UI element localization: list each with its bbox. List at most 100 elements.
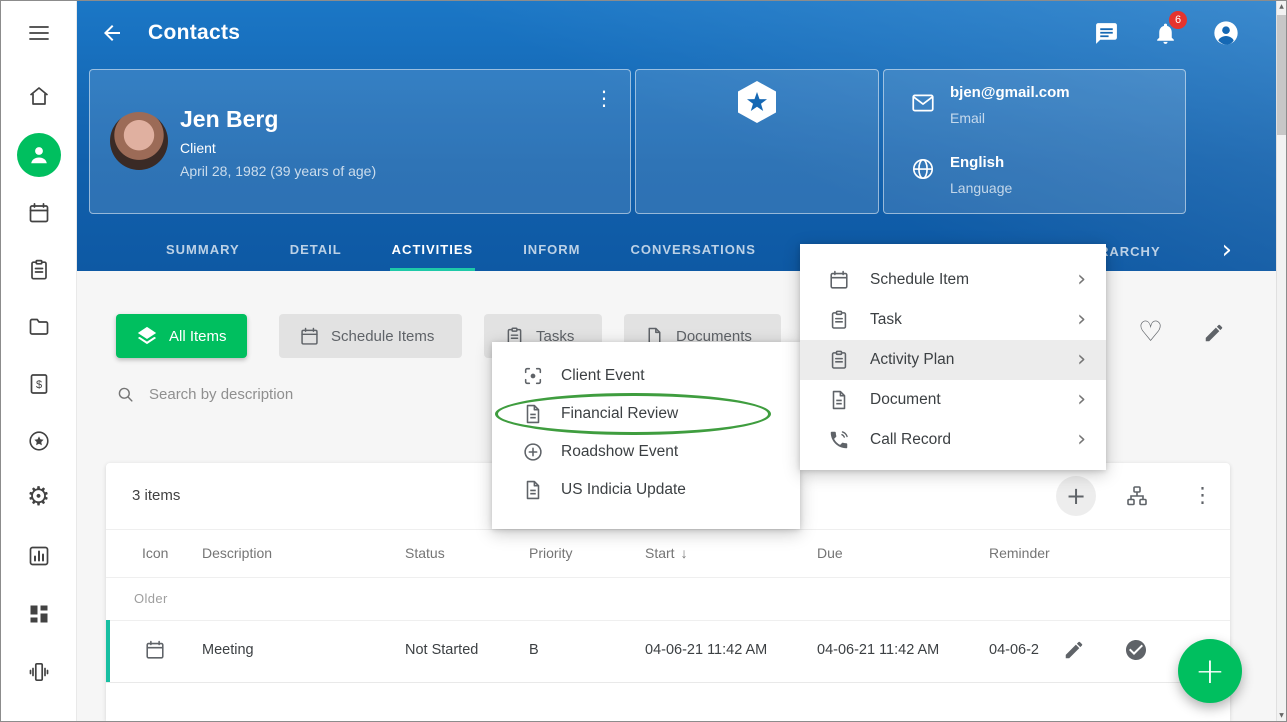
document-icon — [522, 479, 544, 501]
row-start: 04-06-21 11:42 AM — [645, 642, 767, 658]
email-value: bjen@gmail.com — [950, 84, 1070, 101]
chevron-right-icon: › — [1077, 429, 1086, 451]
column-priority[interactable]: Priority — [529, 545, 573, 561]
client-event-icon — [522, 365, 544, 387]
hierarchy-view-icon[interactable] — [1125, 484, 1149, 508]
list-more-icon[interactable]: ⋮ — [1192, 483, 1213, 507]
tab-inform[interactable]: INFORM — [521, 231, 582, 271]
rating-badge-card — [635, 69, 879, 214]
folder-nav-icon[interactable] — [27, 315, 51, 339]
column-reminder[interactable]: Reminder — [989, 545, 1050, 561]
notifications-bell-icon[interactable]: 6 — [1153, 21, 1178, 46]
scrollbar-down-arrow[interactable]: ▼ — [1277, 712, 1286, 719]
left-nav-sidebar: $ ⚙ — [1, 1, 77, 721]
tab-activities[interactable]: ACTIVITIES — [390, 231, 476, 271]
tab-detail[interactable]: DETAIL — [288, 231, 344, 271]
column-start[interactable]: Start↓ — [645, 545, 688, 561]
profile-birthdate: April 28, 1982 (39 years of age) — [180, 163, 376, 179]
menu-item-document[interactable]: Document › — [800, 380, 1106, 420]
menu-item-activity-plan[interactable]: Activity Plan › — [800, 340, 1106, 380]
contacts-active-icon[interactable] — [17, 133, 61, 177]
filter-schedule-items-button[interactable]: Schedule Items — [279, 314, 462, 358]
sort-descending-icon: ↓ — [681, 545, 688, 561]
scrollbar-up-arrow[interactable]: ▲ — [1277, 3, 1286, 10]
calendar-icon — [828, 269, 850, 291]
mobile-vibration-icon[interactable] — [27, 660, 51, 684]
notification-count-badge: 6 — [1169, 11, 1187, 29]
scrollbar-thumb[interactable] — [1277, 15, 1286, 135]
column-description[interactable]: Description — [202, 545, 272, 561]
top-app-bar: Contacts 6 — [76, 1, 1278, 65]
menu-item-task[interactable]: Task › — [800, 300, 1106, 340]
menu-item-financial-review[interactable]: Financial Review — [492, 395, 800, 433]
row-description: Meeting — [202, 642, 254, 658]
edit-pencil-icon[interactable] — [1203, 322, 1225, 344]
email-icon — [910, 90, 936, 116]
settings-gear-icon[interactable]: ⚙ — [25, 484, 53, 512]
activity-type-menu: Client Event Financial Review Roadshow E… — [492, 342, 800, 529]
analytics-nav-icon[interactable] — [27, 544, 51, 568]
menu-item-call-record[interactable]: Call Record › — [800, 420, 1106, 460]
column-header-row: Icon Description Status Priority Start↓ … — [106, 529, 1230, 578]
document-icon — [828, 389, 850, 411]
chevron-right-icon: › — [1077, 309, 1086, 331]
tabs-overflow-chevron-icon[interactable]: › — [1222, 231, 1232, 269]
row-complete-check-icon[interactable] — [1124, 638, 1148, 662]
page-title: Contacts — [148, 21, 240, 45]
contacts-app-window: $ ⚙ Contacts — [0, 0, 1287, 722]
menu-item-client-event[interactable]: Client Event — [492, 357, 800, 395]
row-reminder: 04-06-2 — [989, 642, 1061, 658]
column-due[interactable]: Due — [817, 545, 843, 561]
row-due: 04-06-21 11:42 AM — [817, 642, 939, 658]
home-icon[interactable] — [27, 84, 51, 108]
row-priority: B — [529, 642, 539, 658]
chat-icon[interactable] — [1094, 21, 1119, 46]
menu-item-us-indicia-update[interactable]: US Indicia Update — [492, 471, 800, 509]
clipboard-icon — [828, 349, 850, 371]
group-row-older: Older — [106, 577, 1230, 621]
back-arrow-icon[interactable] — [100, 21, 124, 45]
row-edit-pencil-icon[interactable] — [1063, 639, 1085, 661]
star-hexagon-badge-icon — [734, 79, 780, 125]
globe-icon — [910, 156, 936, 182]
filter-all-items-button[interactable]: All Items — [116, 314, 247, 358]
chevron-right-icon: › — [1077, 349, 1086, 371]
dashboard-nav-icon[interactable] — [27, 602, 51, 626]
row-calendar-icon — [144, 639, 166, 661]
profile-name: Jen Berg — [180, 106, 278, 133]
table-row[interactable]: Meeting Not Started B 04-06-21 11:42 AM … — [106, 620, 1230, 683]
language-value: English — [950, 154, 1004, 171]
create-item-menu: Schedule Item › Task › Activity Plan › D… — [800, 244, 1106, 470]
favorite-heart-icon[interactable]: ♡ — [1138, 318, 1163, 346]
menu-item-roadshow-event[interactable]: Roadshow Event — [492, 433, 800, 471]
tasks-nav-icon[interactable] — [27, 258, 51, 282]
add-circle-icon — [522, 441, 544, 463]
search-input[interactable] — [147, 385, 441, 404]
topbar-actions: 6 — [1094, 19, 1240, 47]
billing-nav-icon[interactable]: $ — [27, 372, 51, 396]
svg-text:$: $ — [35, 379, 41, 391]
fab-add-button[interactable]: + — [1178, 639, 1242, 703]
profile-avatar — [110, 112, 168, 170]
account-avatar-icon[interactable] — [1212, 19, 1240, 47]
hamburger-menu-icon[interactable] — [27, 21, 51, 45]
vertical-scrollbar[interactable]: ▲ ▼ — [1276, 1, 1286, 721]
profile-more-icon[interactable]: ⋮ — [594, 88, 614, 108]
language-label: Language — [950, 180, 1012, 196]
ratings-nav-icon[interactable] — [27, 429, 51, 453]
menu-item-schedule-item[interactable]: Schedule Item › — [800, 260, 1106, 300]
tab-hierarchy-partial[interactable]: RARCHY — [1099, 231, 1161, 271]
calendar-nav-icon[interactable] — [27, 201, 51, 225]
tab-conversations[interactable]: CONVERSATIONS — [628, 231, 757, 271]
profile-card: Jen Berg Client April 28, 1982 (39 years… — [89, 69, 631, 214]
tab-summary[interactable]: SUMMARY — [164, 231, 242, 271]
page-header: Contacts 6 Jen Berg Client April 28, 198… — [76, 1, 1278, 271]
profile-type: Client — [180, 140, 216, 156]
row-accent-bar — [106, 620, 110, 682]
email-label: Email — [950, 110, 985, 126]
column-status[interactable]: Status — [405, 545, 445, 561]
search-bar — [116, 385, 476, 404]
row-status: Not Started — [405, 642, 478, 658]
search-icon — [116, 385, 135, 404]
add-item-button[interactable]: + — [1056, 476, 1096, 516]
